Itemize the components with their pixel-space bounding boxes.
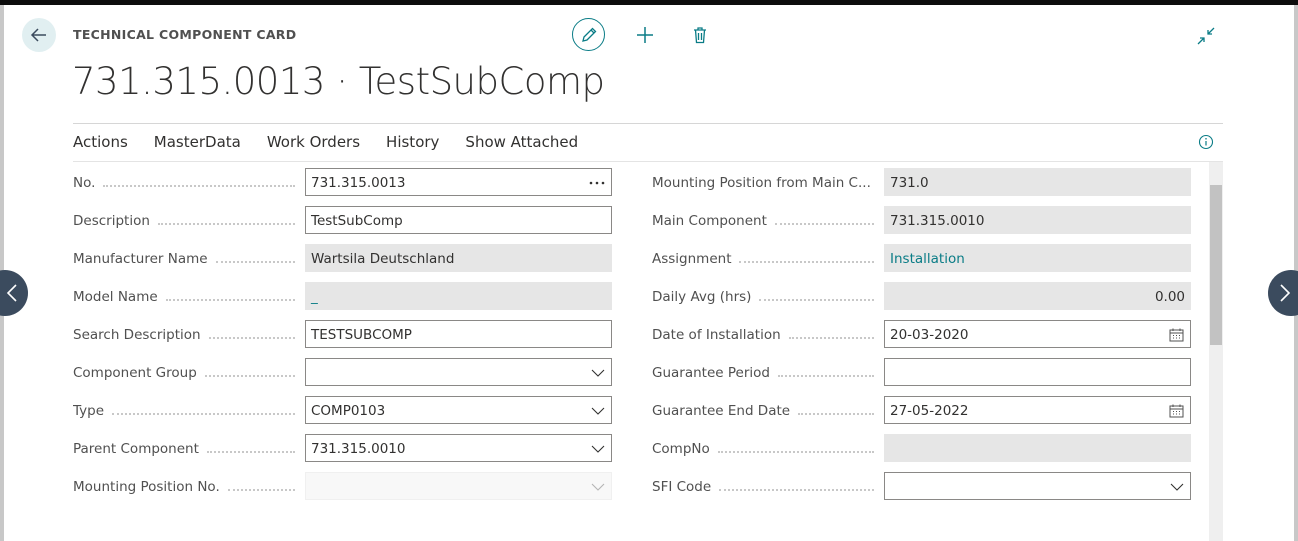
model-name-link[interactable]: _ — [311, 289, 318, 305]
field-label: Assignment — [652, 244, 880, 274]
next-record-button[interactable] — [1268, 270, 1298, 316]
menu-masterdata[interactable]: MasterData — [154, 133, 241, 151]
page-title: 731.315.0013 · TestSubComp — [72, 60, 605, 103]
field-label: Main Component — [652, 206, 880, 236]
parent-component-select[interactable]: 731.315.0010 — [305, 434, 612, 462]
chevron-right-icon — [1280, 284, 1291, 302]
calendar-icon[interactable] — [1169, 397, 1184, 423]
chevron-down-icon — [1170, 473, 1184, 499]
new-button[interactable] — [628, 18, 662, 52]
date-of-installation-field[interactable]: 20-03-2020 — [884, 320, 1191, 348]
field-label: Type — [73, 396, 301, 426]
page-kind-caption: TECHNICAL COMPONENT CARD — [73, 27, 297, 42]
info-icon — [1198, 134, 1214, 150]
field-label: Mounting Position No. — [73, 472, 301, 502]
mounting-position-main-field: 731.0 — [884, 168, 1191, 196]
field-label: Search Description — [73, 320, 301, 350]
chevron-down-icon — [591, 359, 605, 385]
sfi-code-select[interactable] — [884, 472, 1191, 500]
pencil-icon — [581, 27, 596, 42]
edit-button[interactable] — [572, 18, 605, 51]
window-top-bar — [0, 0, 1298, 5]
field-label: Daily Avg (hrs) — [652, 282, 880, 312]
type-select[interactable]: COMP0103 — [305, 396, 612, 424]
mounting-position-no-select — [305, 472, 612, 500]
field-label: Parent Component — [73, 434, 301, 464]
field-label: CompNo — [652, 434, 880, 464]
chevron-down-icon — [591, 473, 605, 499]
trash-icon — [694, 27, 706, 44]
action-menu: Actions MasterData Work Orders History S… — [73, 133, 578, 151]
plus-icon — [637, 27, 653, 43]
arrow-left-icon — [30, 28, 46, 42]
assignment-field[interactable]: Installation — [884, 244, 1191, 272]
menu-divider — [73, 161, 1223, 162]
menu-show-attached[interactable]: Show Attached — [465, 133, 578, 151]
field-label: No. — [73, 168, 301, 198]
ellipsis-icon[interactable] — [589, 169, 605, 195]
assignment-link[interactable]: Installation — [890, 251, 965, 267]
chevron-left-icon — [6, 284, 17, 302]
field-label: Guarantee Period — [652, 358, 880, 388]
search-description-field[interactable]: TESTSUBCOMP — [305, 320, 612, 348]
field-label: Manufacturer Name — [73, 244, 301, 274]
field-label: Guarantee End Date — [652, 396, 880, 426]
main-component-field: 731.315.0010 — [884, 206, 1191, 234]
chevron-down-icon — [591, 435, 605, 461]
field-label: Component Group — [73, 358, 301, 388]
component-group-select[interactable] — [305, 358, 612, 386]
manufacturer-name-field: Wartsila Deutschland — [305, 244, 612, 272]
menu-actions[interactable]: Actions — [73, 133, 128, 151]
description-field[interactable]: TestSubComp — [305, 206, 612, 234]
header-divider — [73, 123, 1223, 124]
field-label: SFI Code — [652, 472, 880, 502]
collapse-icon — [1197, 27, 1215, 45]
collapse-button[interactable] — [1196, 26, 1218, 48]
menu-history[interactable]: History — [386, 133, 439, 151]
menu-work-orders[interactable]: Work Orders — [267, 133, 360, 151]
field-label: Date of Installation — [652, 320, 880, 350]
field-label: Description — [73, 206, 301, 236]
delete-button[interactable] — [683, 18, 717, 52]
model-name-field[interactable]: _ — [305, 282, 612, 310]
info-button[interactable] — [1198, 134, 1214, 150]
daily-avg-field: 0.00 — [884, 282, 1191, 310]
scrollbar-thumb[interactable] — [1210, 185, 1222, 345]
guarantee-end-date-field[interactable]: 27-05-2022 — [884, 396, 1191, 424]
field-label: Model Name — [73, 282, 301, 312]
back-button[interactable] — [22, 18, 56, 52]
guarantee-period-field[interactable] — [884, 358, 1191, 386]
compno-field — [884, 434, 1191, 462]
chevron-down-icon — [591, 397, 605, 423]
field-label: Mounting Position from Main C... — [652, 175, 871, 191]
no-field[interactable]: 731.315.0013 — [305, 168, 612, 196]
calendar-icon[interactable] — [1169, 321, 1184, 347]
previous-record-button[interactable] — [0, 270, 28, 316]
